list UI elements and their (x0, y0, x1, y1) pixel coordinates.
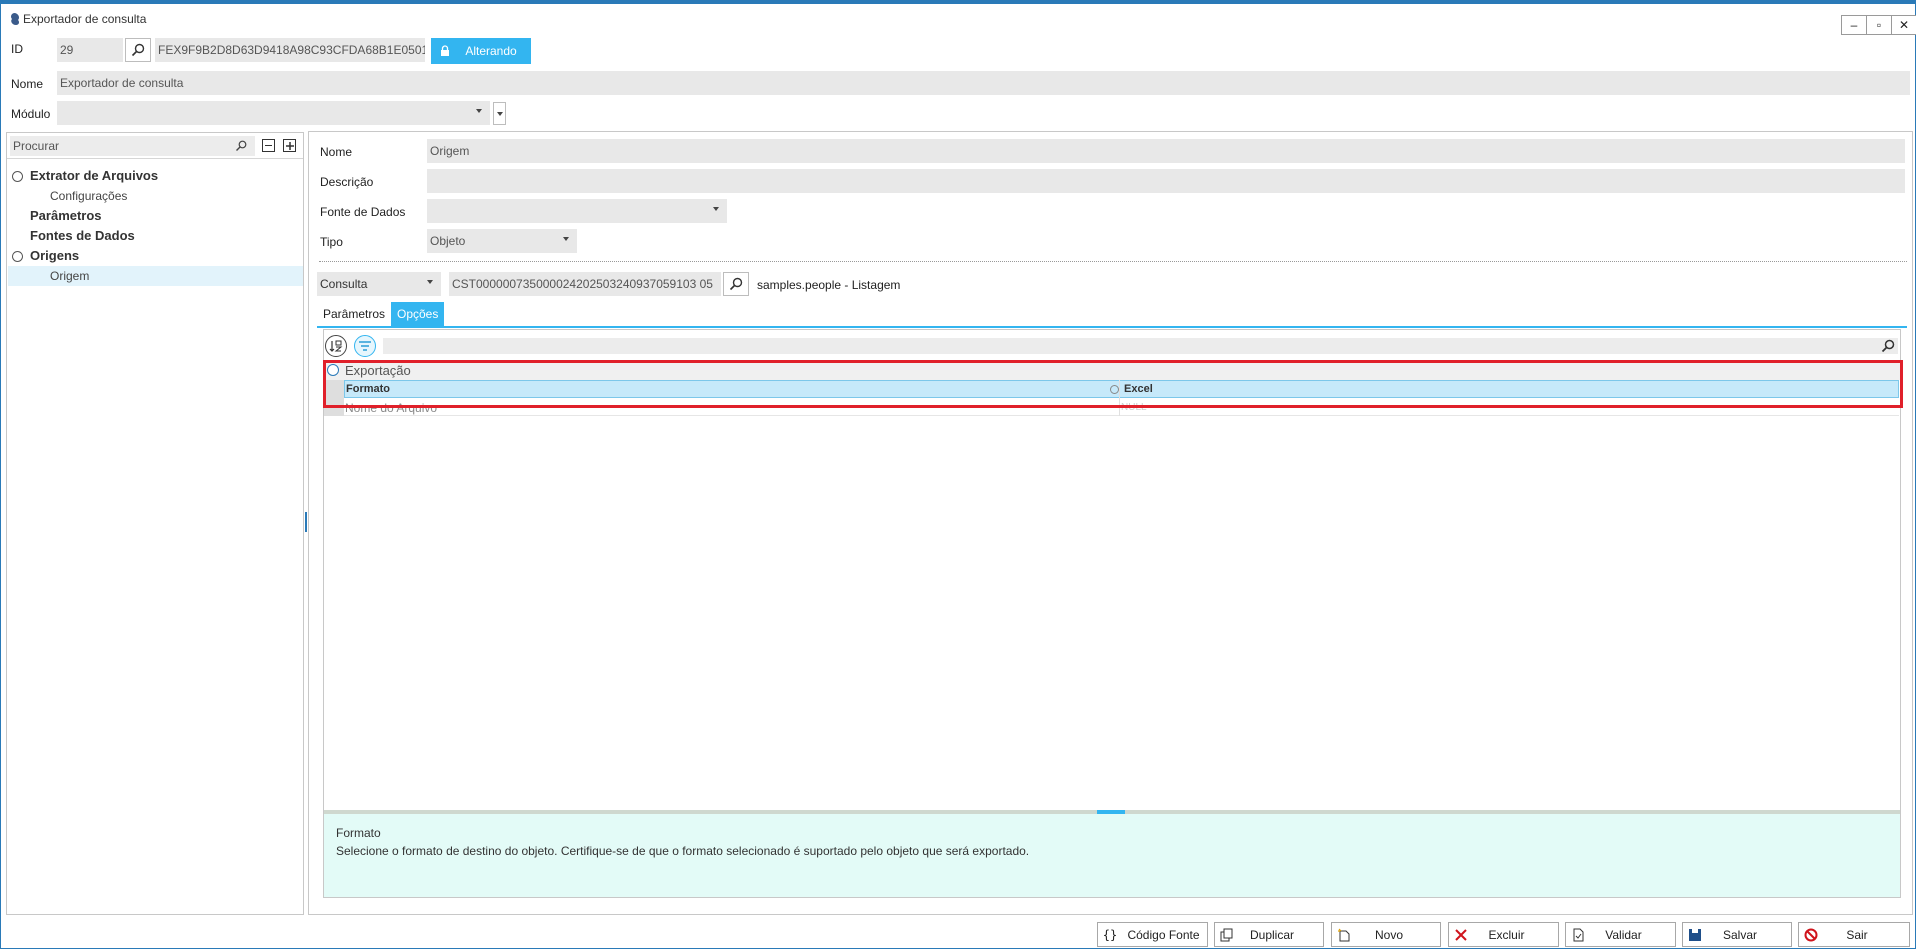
description-text: Selecione o formato de destino do objeto… (336, 844, 1030, 858)
tab-parametros[interactable]: Parâmetros (317, 302, 392, 326)
lock-icon (441, 45, 449, 56)
sidebar: Procurar Extrator de Arquivos Configuraç… (6, 132, 304, 915)
form-tipo-value: Objeto (430, 234, 466, 248)
nome-label: Nome (11, 77, 44, 91)
form-descricao-label: Descrição (320, 175, 374, 189)
chevron-down-icon (713, 207, 719, 211)
divider (319, 261, 1907, 262)
close-button[interactable]: ✕ (1891, 15, 1916, 35)
excluir-button[interactable]: Excluir (1448, 922, 1559, 947)
sidebar-search-input[interactable]: Procurar (10, 136, 255, 156)
validate-icon (1570, 927, 1586, 943)
categorized-button[interactable] (354, 335, 376, 357)
app-window: Exportador de consulta – ▫ ✕ ID 29 FEX9F… (0, 0, 1916, 949)
query-code-field[interactable]: CST000000735000024202503240937059103 05 (449, 272, 721, 296)
magnifier-icon (729, 277, 743, 291)
chevron-down-icon (563, 237, 569, 241)
id-field[interactable]: 29 (57, 38, 123, 62)
form-descricao-field[interactable] (427, 169, 1905, 193)
minus-icon (265, 144, 272, 147)
collapse-node-icon[interactable] (12, 251, 23, 262)
form-tipo-label: Tipo (320, 235, 343, 249)
tree-node-parametros[interactable]: Parâmetros (30, 208, 102, 223)
save-icon (1687, 927, 1703, 943)
copy-icon (1219, 927, 1235, 943)
form-fonte-label: Fonte de Dados (320, 205, 406, 219)
sort-alpha-button[interactable] (325, 335, 347, 357)
minimize-button[interactable]: – (1841, 15, 1867, 35)
novo-button[interactable]: Novo (1331, 922, 1441, 947)
collapse-node-icon[interactable] (12, 171, 23, 182)
collapse-all-button[interactable] (262, 139, 275, 152)
highlight-box (323, 360, 1903, 408)
duplicar-button[interactable]: Duplicar (1214, 922, 1324, 947)
status-badge[interactable]: Alterando (431, 38, 531, 64)
sort-az-icon (329, 340, 343, 352)
codigo-fonte-button[interactable]: {} Código Fonte (1097, 922, 1208, 947)
id-search-button[interactable] (125, 38, 151, 62)
query-type-value: Consulta (320, 277, 368, 291)
salvar-button[interactable]: Salvar (1682, 922, 1792, 947)
chevron-down-icon (496, 111, 503, 116)
query-description: samples.people - Listagem (757, 278, 901, 292)
magnifier-icon (131, 43, 145, 57)
app-logo-icon (11, 13, 20, 25)
splitter-handle[interactable] (305, 512, 307, 532)
tree-node-extrator[interactable]: Extrator de Arquivos (30, 168, 158, 183)
form-fonte-combo[interactable] (427, 199, 727, 223)
modulo-label: Módulo (11, 107, 51, 121)
modulo-dropdown-button[interactable] (493, 102, 506, 125)
guid-field[interactable]: FEX9F9B2D8D63D9418A98C93CFDA68B1E05014 (155, 38, 425, 62)
tree-node-origens[interactable]: Origens (30, 248, 79, 263)
form-nome-label: Nome (320, 145, 353, 159)
divider (7, 158, 303, 159)
maximize-button[interactable]: ▫ (1866, 15, 1892, 35)
tree-node-configuracoes[interactable]: Configurações (50, 189, 127, 203)
sair-button[interactable]: Sair (1798, 922, 1910, 947)
form-nome-field[interactable]: Origem (427, 139, 1905, 163)
grid-search-input[interactable] (383, 338, 1898, 354)
list-icon (359, 341, 371, 351)
id-label: ID (11, 42, 23, 56)
tree-node-origem[interactable]: Origem (50, 269, 89, 283)
form-tipo-combo[interactable]: Objeto (427, 229, 577, 253)
plus-icon (285, 141, 294, 150)
window-title: Exportador de consulta (23, 12, 147, 26)
query-type-combo[interactable]: Consulta (317, 272, 441, 296)
nome-field[interactable]: Exportador de consulta (57, 71, 1910, 95)
validar-button[interactable]: Validar (1565, 922, 1676, 947)
tree-node-fontes[interactable]: Fontes de Dados (30, 228, 135, 243)
query-search-button[interactable] (723, 272, 749, 296)
status-label: Alterando (465, 44, 517, 58)
code-icon: {} (1102, 927, 1118, 942)
expand-all-button[interactable] (283, 139, 296, 152)
new-icon (1336, 927, 1352, 943)
modulo-combo[interactable] (57, 101, 490, 125)
tab-opcoes[interactable]: Opções (391, 302, 445, 326)
exit-icon (1803, 927, 1819, 943)
chevron-down-icon (427, 280, 433, 284)
search-icon[interactable] (1881, 339, 1895, 353)
search-icon[interactable] (235, 140, 247, 152)
delete-icon (1453, 927, 1469, 943)
tab-underline (317, 326, 1907, 328)
description-title: Formato (336, 826, 381, 840)
chevron-down-icon (476, 109, 482, 113)
